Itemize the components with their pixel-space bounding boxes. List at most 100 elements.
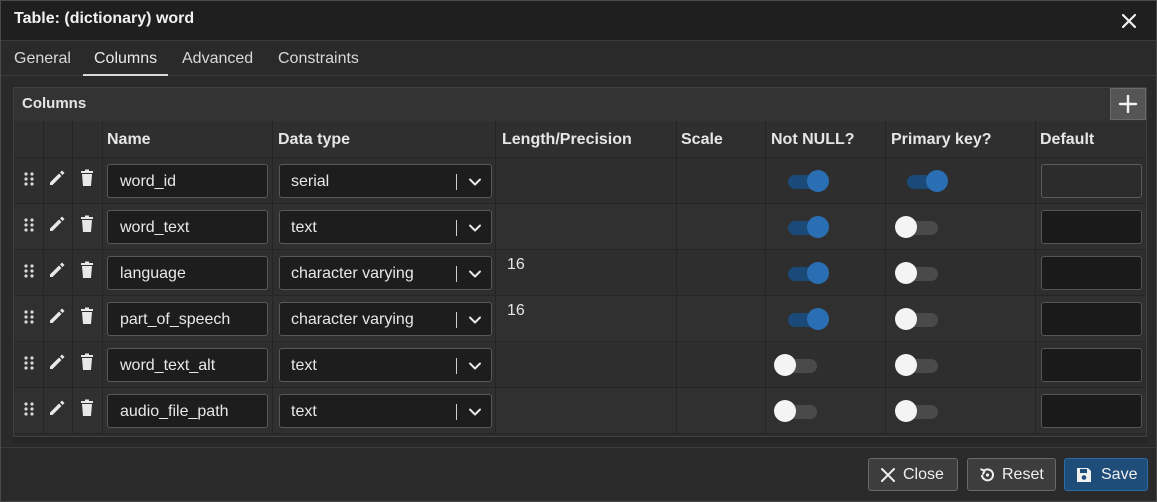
chevron-down-icon — [468, 175, 482, 194]
reset-button[interactable]: Reset — [967, 458, 1056, 491]
column-header-name: Name — [107, 131, 151, 148]
primary-key-toggle[interactable] — [895, 307, 939, 331]
drag-handle-icon[interactable] — [23, 263, 35, 284]
table-dialog: Table: (dictionary) word General Columns… — [0, 0, 1157, 502]
dialog-titlebar: Table: (dictionary) word — [1, 1, 1156, 41]
default-value-input[interactable] — [1041, 256, 1142, 290]
tab-constraints[interactable]: Constraints — [278, 50, 359, 76]
length-value[interactable]: 16 — [507, 256, 525, 274]
dialog-title: Table: (dictionary) word — [14, 10, 195, 27]
drag-handle-icon[interactable] — [23, 309, 35, 330]
data-type-select[interactable]: serial — [279, 164, 492, 198]
chevron-down-icon — [468, 313, 482, 332]
close-button-label: Close — [903, 466, 944, 483]
tab-bar: General Columns Advanced Constraints — [1, 42, 1156, 76]
data-type-value: text — [291, 357, 317, 374]
drag-handle-icon[interactable] — [23, 171, 35, 192]
table-row: word_text text — [14, 204, 1146, 250]
column-name-input[interactable]: word_id — [107, 164, 268, 198]
primary-key-toggle[interactable] — [895, 353, 939, 377]
data-type-value: character varying — [291, 265, 414, 282]
default-value-input[interactable] — [1041, 210, 1142, 244]
default-value-input[interactable] — [1041, 302, 1142, 336]
add-column-button[interactable] — [1110, 88, 1146, 120]
table-row: word_id serial — [14, 158, 1146, 204]
drag-handle-icon[interactable] — [23, 355, 35, 376]
default-value-input[interactable] — [1041, 394, 1142, 428]
tab-columns[interactable]: Columns — [83, 50, 169, 76]
tab-advanced[interactable]: Advanced — [182, 50, 253, 76]
column-header-not-null: Not NULL? — [771, 131, 855, 148]
save-icon — [1077, 468, 1091, 482]
column-name-input[interactable]: part_of_speech — [107, 302, 268, 336]
column-header-default: Default — [1040, 131, 1095, 148]
column-header-data-type: Data type — [278, 131, 351, 148]
column-name-input[interactable]: word_text_alt — [107, 348, 268, 382]
default-value-input[interactable] — [1041, 164, 1142, 198]
edit-icon[interactable] — [48, 307, 66, 330]
edit-icon[interactable] — [48, 399, 66, 422]
reset-button-label: Reset — [1002, 466, 1044, 483]
column-header-length: Length/Precision — [502, 131, 632, 148]
column-name-input[interactable]: language — [107, 256, 268, 290]
plus-icon — [1118, 94, 1138, 114]
close-icon — [881, 468, 895, 482]
table-row: language character varying 16 — [14, 250, 1146, 296]
delete-icon[interactable] — [80, 215, 94, 238]
not-null-toggle[interactable] — [785, 169, 829, 193]
data-type-select[interactable]: character varying — [279, 256, 492, 290]
columns-grid-header: Name Data type Length/Precision Scale No… — [14, 121, 1146, 158]
column-name-input[interactable]: word_text — [107, 210, 268, 244]
reset-icon — [980, 468, 994, 482]
save-button-label: Save — [1101, 466, 1138, 483]
delete-icon[interactable] — [80, 169, 94, 192]
primary-key-toggle[interactable] — [904, 169, 948, 193]
chevron-down-icon — [468, 267, 482, 286]
columns-panel-title: Columns — [22, 95, 87, 112]
not-null-toggle[interactable] — [785, 215, 829, 239]
data-type-select[interactable]: text — [279, 348, 492, 382]
close-button[interactable]: Close — [868, 458, 958, 491]
drag-handle-icon[interactable] — [23, 217, 35, 238]
chevron-down-icon — [468, 405, 482, 424]
data-type-select[interactable]: character varying — [279, 302, 492, 336]
edit-icon[interactable] — [48, 215, 66, 238]
edit-icon[interactable] — [48, 353, 66, 376]
data-type-select[interactable]: text — [279, 394, 492, 428]
save-button[interactable]: Save — [1064, 458, 1148, 491]
delete-icon[interactable] — [80, 261, 94, 284]
delete-icon[interactable] — [80, 399, 94, 422]
dialog-footer: Close Reset Save — [1, 447, 1156, 501]
data-type-value: character varying — [291, 311, 414, 328]
edit-icon[interactable] — [48, 169, 66, 192]
column-header-scale: Scale — [681, 131, 723, 148]
columns-panel: Columns Name Data type Length/Precision … — [13, 87, 1147, 437]
table-row: word_text_alt text — [14, 342, 1146, 388]
close-icon[interactable] — [1118, 10, 1140, 32]
data-type-select[interactable]: text — [279, 210, 492, 244]
primary-key-toggle[interactable] — [895, 215, 939, 239]
primary-key-toggle[interactable] — [895, 261, 939, 285]
not-null-toggle[interactable] — [774, 353, 818, 377]
tab-general[interactable]: General — [14, 50, 71, 76]
column-name-input[interactable]: audio_file_path — [107, 394, 268, 428]
default-value-input[interactable] — [1041, 348, 1142, 382]
delete-icon[interactable] — [80, 353, 94, 376]
chevron-down-icon — [468, 359, 482, 378]
not-null-toggle[interactable] — [774, 399, 818, 423]
length-value[interactable]: 16 — [507, 302, 525, 320]
data-type-value: text — [291, 403, 317, 420]
chevron-down-icon — [468, 221, 482, 240]
column-header-primary-key: Primary key? — [891, 131, 992, 148]
table-row: audio_file_path text — [14, 388, 1146, 434]
edit-icon[interactable] — [48, 261, 66, 284]
data-type-value: text — [291, 219, 317, 236]
drag-handle-icon[interactable] — [23, 401, 35, 422]
data-type-value: serial — [291, 173, 330, 190]
table-row: part_of_speech character varying 16 — [14, 296, 1146, 342]
not-null-toggle[interactable] — [785, 307, 829, 331]
not-null-toggle[interactable] — [785, 261, 829, 285]
delete-icon[interactable] — [80, 307, 94, 330]
primary-key-toggle[interactable] — [895, 399, 939, 423]
columns-panel-header: Columns — [14, 88, 1146, 121]
